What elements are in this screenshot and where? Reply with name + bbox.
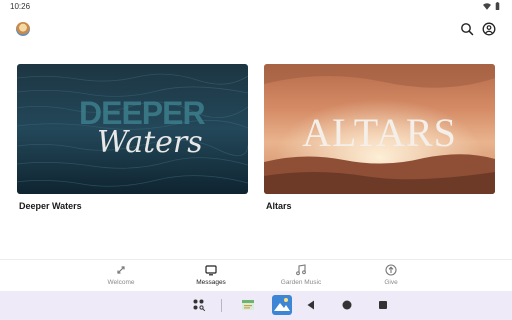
status-bar: 10:26 <box>0 0 512 14</box>
overview-icon[interactable] <box>376 298 390 312</box>
card-thumbnail[interactable]: DEEPER Waters <box>17 64 248 194</box>
message-card-altars[interactable]: ALTARS Altars <box>264 64 495 211</box>
card-title[interactable]: Altars <box>264 201 495 211</box>
wifi-icon <box>483 2 491 10</box>
status-time: 10:26 <box>10 2 31 11</box>
card-art-title: ALTARS <box>302 110 457 155</box>
nav-label: Garden Music <box>280 279 322 286</box>
search-icon[interactable] <box>460 22 474 36</box>
recent-app-icon[interactable] <box>241 298 255 312</box>
card-art-subtitle: Waters <box>97 125 203 160</box>
card-thumbnail[interactable]: ALTARS <box>264 64 495 194</box>
give-icon <box>385 264 397 276</box>
app-bar <box>0 14 512 46</box>
back-icon[interactable] <box>304 298 318 312</box>
nav-label: Messages <box>196 279 226 286</box>
tv-icon <box>205 265 217 276</box>
card-title[interactable]: Deeper Waters <box>17 201 248 211</box>
welcome-icon <box>117 266 125 274</box>
app-drawer-icon[interactable] <box>192 298 206 312</box>
music-note-icon <box>296 264 306 276</box>
nav-item-messages[interactable]: Messages <box>166 264 256 286</box>
taskbar-divider <box>221 299 222 312</box>
account-icon[interactable] <box>482 22 496 36</box>
status-icons <box>483 2 500 10</box>
nav-item-garden-music[interactable]: Garden Music <box>256 264 346 286</box>
system-navigation-bar <box>0 291 512 320</box>
bottom-navigation: Welcome Messages Garden Music Give <box>0 259 512 291</box>
message-card-deeper-waters[interactable]: DEEPER Waters Deeper Waters <box>17 64 248 211</box>
home-icon[interactable] <box>340 298 354 312</box>
battery-icon <box>495 2 500 10</box>
nav-label: Give <box>384 279 398 286</box>
nav-item-welcome[interactable]: Welcome <box>76 264 166 286</box>
nav-item-give[interactable]: Give <box>346 264 436 286</box>
app-logo[interactable] <box>16 22 30 36</box>
nav-label: Welcome <box>107 279 135 286</box>
gallery-app-icon[interactable] <box>272 295 292 315</box>
